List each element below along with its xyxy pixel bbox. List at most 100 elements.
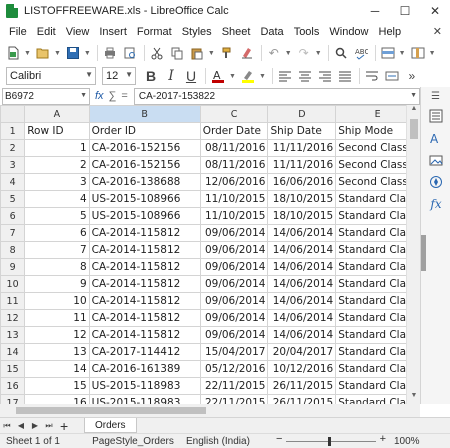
- cell-d[interactable]: 14/06/2014: [267, 224, 337, 242]
- row-header[interactable]: 16: [0, 377, 26, 395]
- cell-b[interactable]: US-2015-108966: [88, 190, 201, 208]
- font-name-combobox[interactable]: Calibri ▼: [6, 67, 96, 85]
- wrap-text-icon[interactable]: [363, 67, 381, 85]
- chevron-down-icon[interactable]: ▼: [80, 92, 87, 99]
- font-color-icon[interactable]: A: [209, 67, 227, 85]
- justify-icon[interactable]: [336, 67, 354, 85]
- cell-d[interactable]: 11/11/2016: [267, 139, 337, 157]
- row-header[interactable]: 10: [0, 275, 26, 293]
- cell-d[interactable]: Ship Date: [267, 122, 337, 140]
- save-dropdown-icon[interactable]: ▼: [84, 50, 91, 57]
- row-header[interactable]: 1: [0, 122, 26, 140]
- vertical-scroll-thumb[interactable]: [410, 119, 418, 139]
- cell-b[interactable]: CA-2014-115812: [88, 275, 201, 293]
- cell-b[interactable]: CA-2016-138688: [88, 173, 201, 191]
- cell-d[interactable]: 14/06/2014: [267, 326, 337, 344]
- zoom-knob[interactable]: [328, 437, 331, 446]
- next-sheet-icon[interactable]: ▶: [28, 419, 42, 433]
- cell-b[interactable]: US-2015-118983: [88, 394, 201, 404]
- undo-dropdown-icon[interactable]: ▼: [285, 50, 292, 57]
- navigator-icon[interactable]: [421, 171, 450, 193]
- align-right-icon[interactable]: [316, 67, 334, 85]
- undo-icon[interactable]: ↶: [265, 44, 283, 62]
- row-header[interactable]: 5: [0, 190, 26, 208]
- menu-file[interactable]: File: [4, 26, 32, 38]
- cell-a[interactable]: 14: [24, 360, 90, 378]
- open-dropdown-icon[interactable]: ▼: [54, 50, 61, 57]
- zoom-level[interactable]: 100%: [394, 436, 420, 447]
- cell-d[interactable]: 14/06/2014: [267, 241, 337, 259]
- row-header[interactable]: 9: [0, 258, 26, 276]
- cell-a[interactable]: 4: [24, 190, 90, 208]
- column-header-d[interactable]: D: [267, 105, 337, 123]
- cell-d[interactable]: 11/11/2016: [267, 156, 337, 174]
- redo-icon[interactable]: ↷: [295, 44, 313, 62]
- column-icon[interactable]: [409, 44, 427, 62]
- row-header[interactable]: 17: [0, 394, 26, 404]
- cell-c[interactable]: 05/12/2016: [199, 360, 269, 378]
- chevron-down-icon[interactable]: ▼: [125, 70, 133, 79]
- cell-d[interactable]: 26/11/2015: [267, 394, 337, 404]
- cell-d[interactable]: 14/06/2014: [267, 309, 337, 327]
- first-sheet-icon[interactable]: ⏮: [0, 419, 14, 433]
- page-style[interactable]: PageStyle_Orders: [80, 436, 180, 447]
- cell-b[interactable]: CA-2016-152156: [88, 156, 201, 174]
- clone-formatting-icon[interactable]: [218, 44, 236, 62]
- align-left-icon[interactable]: [276, 67, 294, 85]
- menu-edit[interactable]: Edit: [32, 26, 61, 38]
- cell-b[interactable]: US-2015-118983: [88, 377, 201, 395]
- cell-a[interactable]: 16: [24, 394, 90, 404]
- cell-b[interactable]: CA-2014-115812: [88, 224, 201, 242]
- functions-icon[interactable]: fx: [421, 193, 450, 215]
- horizontal-scrollbar[interactable]: [0, 404, 406, 417]
- language-status[interactable]: English (India): [180, 436, 270, 447]
- properties-icon[interactable]: [421, 105, 450, 127]
- cell-d[interactable]: 16/06/2016: [267, 173, 337, 191]
- menu-format[interactable]: Format: [132, 26, 177, 38]
- row-header[interactable]: 11: [0, 292, 26, 310]
- scroll-up-icon[interactable]: ▲: [407, 105, 421, 117]
- cell-c[interactable]: 09/06/2014: [199, 224, 269, 242]
- print-preview-icon[interactable]: [121, 44, 139, 62]
- chevron-down-icon[interactable]: ▼: [85, 70, 93, 79]
- cell-a[interactable]: 7: [24, 241, 90, 259]
- cell-a[interactable]: 8: [24, 258, 90, 276]
- row-header[interactable]: 4: [0, 173, 26, 191]
- merge-center-icon[interactable]: [383, 67, 401, 85]
- row-header[interactable]: 6: [0, 207, 26, 225]
- cell-b[interactable]: Order ID: [88, 122, 201, 140]
- row-header[interactable]: 3: [0, 156, 26, 174]
- cell-a[interactable]: 10: [24, 292, 90, 310]
- row-header[interactable]: 15: [0, 360, 26, 378]
- menu-view[interactable]: View: [61, 26, 95, 38]
- cell-d[interactable]: 18/10/2015: [267, 190, 337, 208]
- close-window-button[interactable]: ✕: [420, 0, 450, 22]
- cell-d[interactable]: 14/06/2014: [267, 292, 337, 310]
- paste-dropdown-icon[interactable]: ▼: [208, 50, 215, 57]
- highlight-color-icon[interactable]: [239, 67, 257, 85]
- cell-c[interactable]: 09/06/2014: [199, 275, 269, 293]
- row-header[interactable]: 12: [0, 309, 26, 327]
- cell-b[interactable]: CA-2014-115812: [88, 292, 201, 310]
- styles-icon[interactable]: A: [421, 127, 450, 149]
- spelling-icon[interactable]: ABC: [352, 44, 370, 62]
- cell-c[interactable]: 08/11/2016: [199, 139, 269, 157]
- formula-input[interactable]: CA-2017-153822 ▼: [133, 87, 420, 105]
- menu-help[interactable]: Help: [374, 26, 407, 38]
- name-box[interactable]: B6972 ▼: [2, 87, 90, 105]
- sidebar-collapse-handle[interactable]: [421, 235, 426, 271]
- minimize-button[interactable]: ─: [360, 0, 390, 22]
- cell-a[interactable]: 2: [24, 156, 90, 174]
- cell-c[interactable]: 08/11/2016: [199, 156, 269, 174]
- cell-a[interactable]: 6: [24, 224, 90, 242]
- menu-data[interactable]: Data: [255, 26, 288, 38]
- cell-a[interactable]: Row ID: [24, 122, 90, 140]
- cell-c[interactable]: 12/06/2016: [199, 173, 269, 191]
- expand-formula-icon[interactable]: ▼: [410, 92, 417, 99]
- row-icon[interactable]: [379, 44, 397, 62]
- font-size-combobox[interactable]: 12 ▼: [102, 67, 136, 85]
- bold-button[interactable]: B: [142, 67, 160, 85]
- row-header[interactable]: 8: [0, 241, 26, 259]
- add-sheet-button[interactable]: +: [60, 418, 74, 434]
- vertical-scrollbar[interactable]: ▲ ▼: [406, 105, 420, 404]
